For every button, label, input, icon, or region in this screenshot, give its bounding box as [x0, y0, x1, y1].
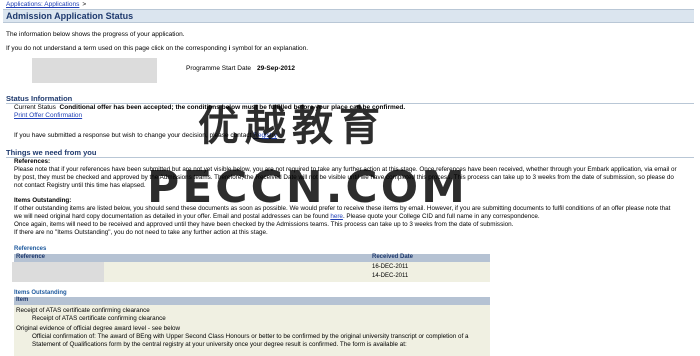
table-row-received-date: 16-DEC-2011: [372, 264, 409, 270]
breadcrumb: Applications: Applications >: [6, 1, 86, 8]
reference-names-redacted: [12, 262, 104, 282]
references-table-header: Reference Received Date: [14, 254, 490, 262]
info-icon: i: [228, 45, 231, 52]
references-table-title: References: [14, 246, 47, 252]
list-item: Original evidence of official degree awa…: [16, 325, 181, 332]
intro-help-text: If you do not understand a term used on …: [6, 45, 308, 52]
item-column-header: Item: [16, 297, 29, 303]
list-item-detail: Receipt of ATAS certificate confirming c…: [32, 315, 166, 322]
programme-start-value: 29-Sep-2012: [257, 65, 295, 72]
received-date-column-header: Received Date: [372, 254, 414, 260]
programme-start-label: Programme Start Date: [186, 65, 252, 72]
intro-help-post: symbol for an explanation.: [232, 45, 309, 52]
breadcrumb-link[interactable]: Applications: Applications: [6, 1, 79, 8]
applicant-info-redacted: [32, 58, 157, 83]
outstanding-text-2-pre: we will need original hard copy document…: [14, 213, 329, 220]
list-item-detail: Statement of Qualifications form by the …: [32, 341, 407, 348]
list-item-detail: Official confirmation of: The award of B…: [32, 333, 469, 340]
intro-text: The information below shows the progress…: [6, 31, 185, 38]
outstanding-text-3: Once again, items will need to be receiv…: [14, 221, 514, 228]
outstanding-text-2-post: . Please quote your College CID and full…: [342, 213, 540, 220]
page-header: Admission Application Status: [3, 9, 694, 23]
outstanding-text-2: we will need original hard copy document…: [14, 213, 694, 221]
table-row-received-date: 14-DEC-2011: [372, 273, 409, 279]
addresses-here-link[interactable]: here: [330, 213, 343, 220]
list-item: Receipt of ATAS certificate confirming c…: [16, 307, 150, 314]
breadcrumb-separator: >: [82, 1, 87, 8]
programme-start-date: Programme Start Date 29-Sep-2012: [186, 65, 295, 72]
outstanding-text-4: If there are no "Items Outstanding", you…: [14, 229, 268, 236]
reference-column-header: Reference: [16, 254, 46, 260]
items-outstanding-table-title: Items Outstanding: [14, 290, 67, 296]
items-table-header: Item: [14, 297, 490, 305]
page-title: Admission Application Status: [6, 11, 134, 21]
watermark-chinese: 优越教育: [198, 102, 386, 150]
current-status-label: Current Status: [14, 104, 56, 111]
print-offer-row: Print Offer Confirmation: [14, 112, 82, 120]
print-offer-link[interactable]: Print Offer Confirmation: [14, 112, 82, 119]
intro-help-pre: If you do not understand a term used on …: [6, 45, 227, 52]
watermark-url: PECCN.COM: [147, 162, 468, 213]
